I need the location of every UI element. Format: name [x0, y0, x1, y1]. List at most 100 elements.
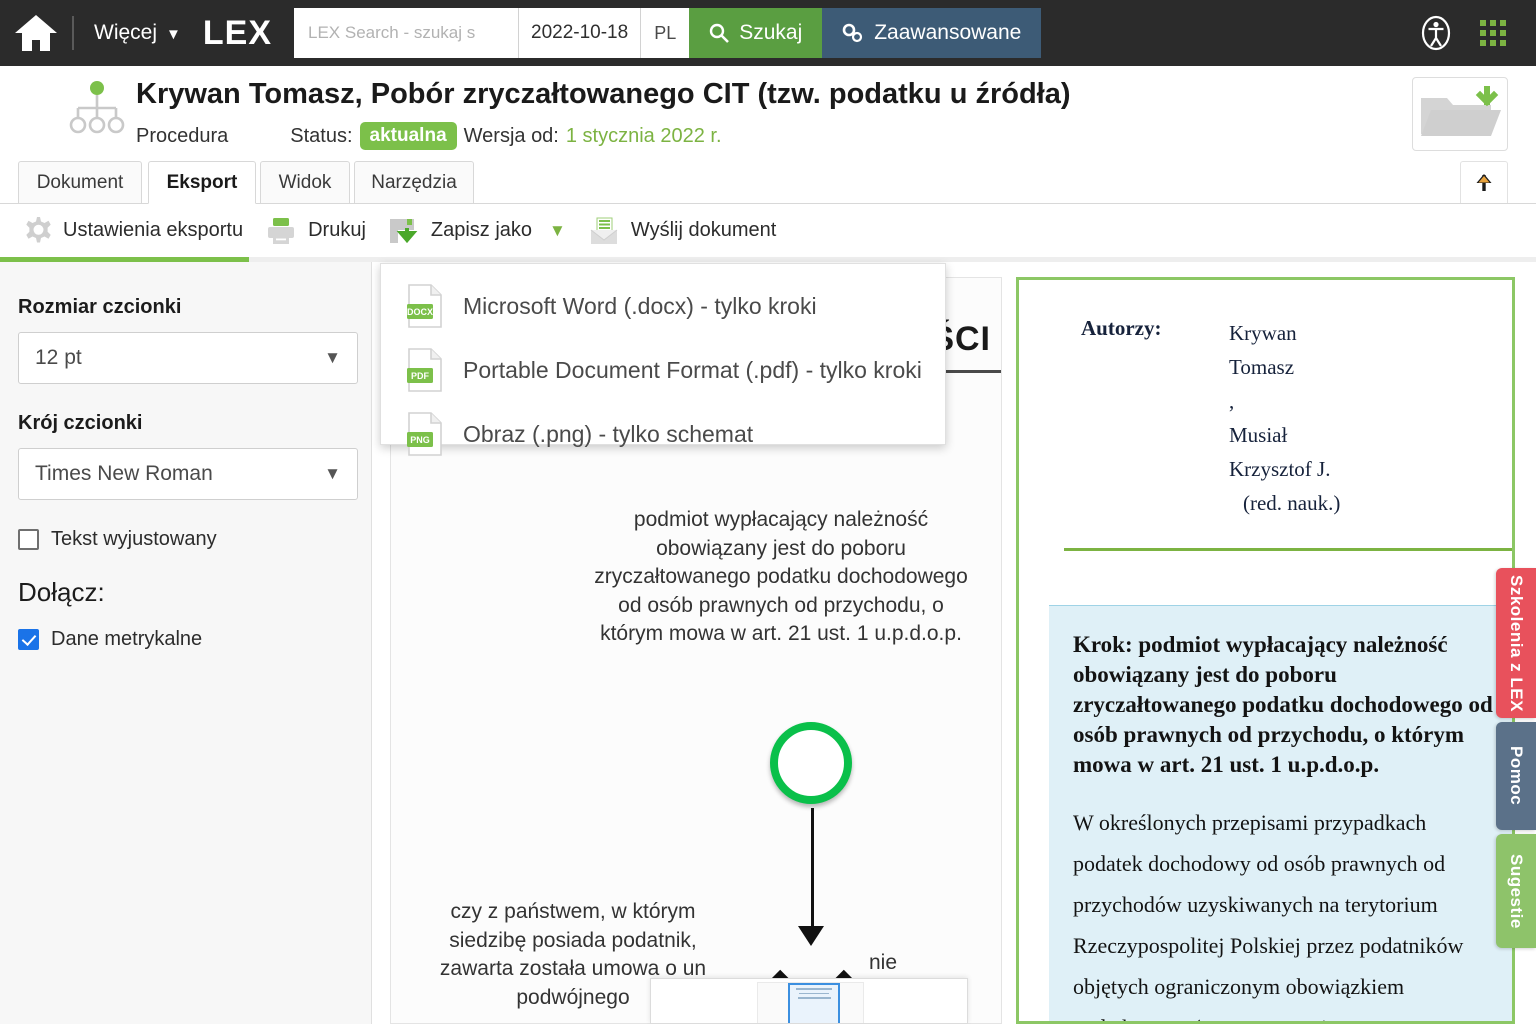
font-family-select[interactable]: Times New Roman ▼	[18, 448, 358, 500]
apps-grid-icon[interactable]	[1480, 20, 1506, 46]
authors-block: Autorzy: Krywan Tomasz , Musiał Krzyszto…	[1019, 280, 1512, 314]
status-badge: aktualna	[360, 122, 457, 150]
save-as-label: Zapisz jako	[431, 219, 532, 242]
justify-text-label: Tekst wyjustowany	[51, 528, 217, 551]
justify-text-checkbox[interactable]	[18, 529, 39, 550]
top-navigation-bar: Więcej ▼ LEX 2022-10-18 PL Szukaj	[0, 0, 1536, 66]
document-type: Procedura	[136, 125, 228, 148]
tab-label: Narzędzia	[371, 172, 457, 194]
font-size-label: Rozmiar czcionki	[18, 296, 353, 319]
save-as-menu-item-label: Obraz (.png) - tylko schemat	[463, 421, 753, 448]
author-separator: ,	[1229, 384, 1340, 418]
document-meta: Procedura Status: aktualna Wersja od: 1 …	[136, 122, 722, 150]
chevron-down-icon: ▼	[324, 464, 341, 484]
search-input[interactable]	[294, 8, 518, 58]
app-root: Więcej ▼ LEX 2022-10-18 PL Szukaj	[0, 0, 1536, 1024]
gear-icon	[22, 216, 52, 246]
save-disk-download-icon	[388, 216, 420, 246]
docx-file-icon: DOCX	[407, 284, 443, 328]
status-label: Status:	[290, 125, 352, 148]
search-group: 2022-10-18 PL Szukaj Zaawansowane	[294, 8, 1041, 58]
font-family-label: Krój czcionki	[18, 412, 353, 435]
save-as-menu-item-label: Microsoft Word (.docx) - tylko kroki	[463, 293, 817, 320]
author-name: Musiał	[1229, 418, 1340, 452]
tab-label: Eksport	[167, 172, 238, 194]
side-tab-label: Szkolenia z LEX	[1506, 575, 1526, 712]
tab-label: Dokument	[37, 172, 124, 194]
krok-callout: Krok: podmiot wypłacający należność obow…	[1049, 605, 1515, 1024]
tab-dokument[interactable]: Dokument	[18, 161, 142, 204]
justify-text-row[interactable]: Tekst wyjustowany	[18, 528, 353, 551]
save-as-menu-item-docx[interactable]: DOCX Microsoft Word (.docx) - tylko kroki	[381, 274, 945, 338]
export-toolbar: Ustawienia eksportu Drukuj Zapisz jako ▼	[0, 204, 1536, 257]
divider	[72, 16, 74, 50]
flow-connector-line	[811, 808, 814, 934]
author-name: Tomasz	[1229, 350, 1340, 384]
svg-text:PNG: PNG	[410, 435, 430, 445]
authors-divider	[1064, 548, 1515, 551]
language-selector[interactable]: PL	[641, 8, 689, 58]
branch-label-no: nie	[869, 951, 897, 975]
krok-title: Krok: podmiot wypłacający należność obow…	[1073, 630, 1501, 780]
svg-text:DOCX: DOCX	[407, 307, 433, 317]
authors-label: Autorzy:	[1081, 316, 1161, 341]
tab-widok[interactable]: Widok	[260, 161, 350, 204]
metadata-checkbox[interactable]	[18, 629, 39, 650]
send-document-label: Wyślij dokument	[631, 219, 776, 242]
document-text-pane: Autorzy: Krywan Tomasz , Musiał Krzyszto…	[1016, 277, 1515, 1024]
tab-eksport[interactable]: Eksport	[148, 161, 256, 204]
print-label: Drukuj	[308, 219, 366, 242]
print-button[interactable]: Drukuj	[261, 212, 380, 250]
tab-bar: Dokument Eksport Widok Narzędzia	[0, 161, 1536, 204]
page-thumbnail-navigator[interactable]	[650, 978, 968, 1024]
author-role: (red. nauk.)	[1229, 486, 1340, 520]
more-menu-button[interactable]: Więcej ▼	[76, 21, 195, 45]
krok-body: W określonych przepisami przypadkach pod…	[1073, 802, 1501, 1024]
chevron-down-icon: ▼	[166, 26, 181, 43]
search-icon	[709, 23, 729, 43]
side-tab-sugestie[interactable]: Sugestie	[1496, 834, 1536, 948]
home-button[interactable]	[0, 0, 72, 66]
gears-icon	[842, 23, 864, 43]
authors-list: Krywan Tomasz , Musiał Krzysztof J. (red…	[1229, 316, 1340, 520]
save-as-button[interactable]: Zapisz jako ▼	[384, 212, 580, 250]
side-tab-label: Sugestie	[1506, 854, 1526, 929]
chevron-down-icon: ▼	[324, 348, 341, 368]
save-as-dropdown-menu[interactable]: DOCX Microsoft Word (.docx) - tylko kroki…	[380, 263, 946, 445]
start-circle-node[interactable]	[770, 722, 852, 804]
download-document-button[interactable]	[1412, 77, 1508, 151]
side-tab-pomoc[interactable]: Pomoc	[1496, 722, 1536, 830]
lex-logo: LEX	[195, 14, 294, 53]
font-family-value: Times New Roman	[35, 462, 213, 486]
version-date: 1 stycznia 2022 r.	[566, 125, 722, 148]
printer-icon	[265, 216, 297, 246]
flow-node-description: podmiot wypłacający należność obowiązany…	[591, 506, 971, 649]
thumbnail-selected-page[interactable]	[788, 983, 840, 1024]
metadata-row[interactable]: Dane metrykalne	[18, 628, 353, 651]
send-document-button[interactable]: Wyślij dokument	[584, 212, 790, 250]
arrow-up-icon	[1473, 172, 1495, 194]
export-settings-button[interactable]: Ustawienia eksportu	[18, 212, 257, 250]
search-button-label: Szukaj	[739, 21, 802, 45]
save-as-menu-item-png[interactable]: PNG Obraz (.png) - tylko schemat	[381, 402, 945, 466]
tab-narzedzia[interactable]: Narzędzia	[354, 161, 474, 204]
export-settings-sidebar: Rozmiar czcionki 12 pt ▼ Krój czcionki T…	[0, 262, 372, 1024]
metadata-label: Dane metrykalne	[51, 628, 202, 651]
chevron-down-icon: ▼	[549, 221, 566, 241]
home-icon	[14, 13, 58, 53]
more-menu-label: Więcej	[94, 21, 157, 45]
font-size-value: 12 pt	[35, 346, 82, 370]
font-size-select[interactable]: 12 pt ▼	[18, 332, 358, 384]
page-title: Krywan Tomasz, Pobór zryczałtowanego CIT…	[136, 78, 1071, 111]
collapse-panel-button[interactable]	[1460, 161, 1508, 203]
search-button[interactable]: Szukaj	[689, 8, 822, 58]
svg-text:PDF: PDF	[411, 371, 430, 381]
date-input[interactable]: 2022-10-18	[519, 8, 640, 58]
accessibility-icon[interactable]	[1418, 15, 1454, 51]
save-as-menu-item-label: Portable Document Format (.pdf) - tylko …	[463, 357, 922, 384]
procedure-tree-icon	[66, 80, 128, 136]
advanced-search-button[interactable]: Zaawansowane	[822, 8, 1041, 58]
version-label: Wersja od:	[464, 125, 559, 148]
side-tab-szkolenia[interactable]: Szkolenia z LEX	[1496, 568, 1536, 718]
save-as-menu-item-pdf[interactable]: PDF Portable Document Format (.pdf) - tyl…	[381, 338, 945, 402]
